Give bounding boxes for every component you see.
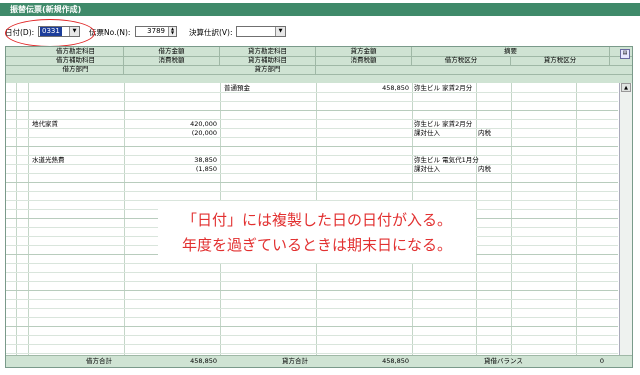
entry3-debit-tax: (1,850: [195, 165, 217, 173]
header-credit-dept: 貸方部門: [220, 65, 316, 74]
voucher-number-label: 伝票No.(N):: [89, 28, 131, 37]
voucher-number-field[interactable]: 3789 ▲ ▼: [135, 26, 177, 37]
header-debit-taxclass: 借方税区分: [412, 56, 511, 65]
scroll-up-icon[interactable]: ▲: [621, 83, 631, 92]
header-credit-amount: 貸方金額: [316, 47, 412, 56]
date-highlight-circle: [5, 19, 95, 47]
header-debit-dept: 借方部門: [28, 65, 124, 74]
entry2-debit-amount[interactable]: 420,000: [124, 120, 217, 128]
entry3-debit-amount[interactable]: 38,850: [124, 156, 217, 164]
header-credit-taxclass: 貸方税区分: [511, 56, 610, 65]
header-memo: 摘要: [412, 47, 610, 56]
window-title: 振替伝票(新規作成): [10, 5, 82, 14]
settlement-label: 決算仕訳(V):: [189, 28, 233, 37]
header-debit-amount: 借方金額: [124, 47, 220, 56]
entry3-memo[interactable]: 弥生ビル 電気代1月分: [414, 156, 479, 164]
header-debit-sub: 借方補助科目: [28, 56, 124, 65]
header-credit-tax: 消費税額: [316, 56, 412, 65]
header-debit-account: 借方勘定科目: [28, 47, 124, 56]
voucher-number-value: 3789: [147, 27, 165, 35]
entry1-memo[interactable]: 弥生ビル 家賃2月分: [414, 84, 472, 92]
debit-total-label: 借方合計: [86, 357, 112, 365]
window-titlebar: 振替伝票(新規作成): [0, 3, 640, 16]
entry2-debit-account[interactable]: 地代家賃: [32, 120, 58, 128]
entry1-credit-amount[interactable]: 458,850: [316, 84, 409, 92]
annotation-line-2: 年度を過ぎているときは期末日になる。: [181, 236, 452, 254]
grid-scrollbar[interactable]: ▲ ▼: [619, 83, 632, 367]
settlement-dropdown-icon[interactable]: ▼: [275, 27, 285, 36]
voucher-spinner-icon[interactable]: ▲ ▼: [168, 27, 176, 36]
header-debit-tax: 消費税額: [124, 56, 220, 65]
grid-settings-icon[interactable]: ▤: [620, 49, 630, 59]
entry3-debit-account[interactable]: 水道光熱費: [32, 156, 65, 164]
annotation-callout: 「日付」には複製した日の日付が入る。 年度を過ぎているときは期末日になる。: [158, 201, 476, 263]
entry2-debit-tax: (20,000: [191, 129, 217, 137]
settlement-select[interactable]: ▼: [236, 26, 286, 37]
header-credit-sub: 貸方補助科目: [220, 56, 316, 65]
totals-row: 借方合計 458,850 貸方合計 458,850 貸借バランス 0: [6, 355, 632, 367]
credit-total: 458,850: [382, 357, 409, 365]
entry2-tax-type[interactable]: 内税: [478, 129, 491, 137]
grid-header: 借方勘定科目 借方金額 貸方勘定科目 貸方金額 摘要 借方補助科目 消費税額 貸…: [6, 47, 632, 83]
debit-total: 458,850: [190, 357, 217, 365]
entry2-tax-class[interactable]: 課対仕入: [414, 129, 440, 137]
credit-total-label: 貸方合計: [282, 357, 308, 365]
header-credit-account: 貸方勘定科目: [220, 47, 316, 56]
entry3-tax-class[interactable]: 課対仕入: [414, 165, 440, 173]
toolbar: 日付(D): 0331 ▼ 伝票No.(N): 3789 ▲ ▼ 決算仕訳(V):…: [0, 20, 640, 42]
entry1-credit-account[interactable]: 普通預金: [224, 84, 250, 92]
balance-value: 0: [599, 357, 604, 365]
entry2-memo[interactable]: 弥生ビル 家賃2月分: [414, 120, 472, 128]
annotation-line-1: 「日付」には複製した日の日付が入る。: [181, 211, 452, 229]
entry3-tax-type[interactable]: 内税: [478, 165, 491, 173]
